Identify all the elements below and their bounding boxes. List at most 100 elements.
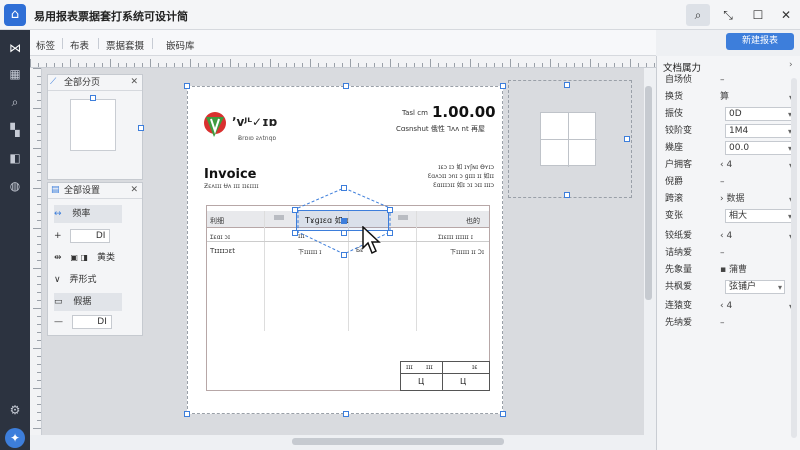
horizontal-scrollbar[interactable] [292, 438, 504, 445]
ruler-tick [294, 63, 295, 67]
property-row[interactable]: 先纳爱 – [665, 315, 795, 332]
menu-item-barcode[interactable]: 嵌码库 [166, 38, 195, 52]
property-label: 幾座 [665, 143, 684, 153]
resize-handle[interactable] [387, 230, 393, 236]
resize-handle[interactable] [184, 411, 190, 417]
frame-icon: ▭ [54, 297, 63, 307]
ruler-tick [37, 140, 41, 141]
search-icon[interactable]: ⌕ [5, 92, 25, 112]
chevron-right-icon[interactable]: › [789, 60, 793, 70]
ruler-tick [486, 63, 487, 67]
ruler-tick [46, 63, 47, 67]
layers-icon[interactable]: ◧ [5, 148, 25, 168]
resize-handle[interactable] [387, 207, 393, 213]
ruler-tick [118, 63, 119, 67]
resize-handle[interactable] [343, 83, 349, 89]
ruler-tick [198, 63, 199, 67]
property-row[interactable]: 诘纳爱 – [665, 245, 795, 262]
property-row[interactable]: 自场侦 – [665, 72, 795, 89]
new-report-button[interactable]: 新建报表 [726, 33, 794, 50]
property-row[interactable]: 倪爵 – [665, 174, 795, 191]
chevron-down-icon[interactable]: ▾ [778, 281, 782, 294]
close-icon[interactable]: ✕ [774, 4, 798, 26]
settings-row-type[interactable]: ⇹ ▣ ◨ 黄类 [54, 249, 138, 267]
row-label: 假据 [73, 297, 92, 307]
property-input[interactable]: 00.0 ▾ [725, 141, 795, 155]
menu-item-tags[interactable]: 标签 [36, 38, 55, 52]
database-icon[interactable]: ▚ [5, 120, 25, 140]
property-row[interactable]: 跨滚› 数据▾ [665, 191, 795, 208]
settings-row-holiday[interactable]: ▭ 假据 [54, 293, 122, 311]
ruler-tick [534, 63, 535, 67]
property-label: 倪爵 [665, 177, 684, 187]
resize-handle[interactable] [184, 83, 190, 89]
property-input[interactable]: 0D ▾ [725, 107, 795, 121]
settings-row-minus[interactable]: — DI [54, 313, 122, 331]
resize-handle[interactable] [292, 207, 298, 213]
resize-handle[interactable] [341, 252, 347, 258]
ruler-tick [286, 63, 287, 67]
resize-handle[interactable] [500, 83, 506, 89]
property-row[interactable]: 连猿变‹ 4▾ [665, 298, 795, 315]
property-label: 连猿变 [665, 301, 693, 311]
property-row[interactable]: 振伎 0D ▾ [665, 106, 795, 123]
pin-icon[interactable]: ⤡ [716, 4, 740, 26]
property-input[interactable]: 相大 ▾ [725, 209, 795, 223]
resize-handle[interactable] [564, 192, 570, 198]
settings-icon[interactable]: ⚙ [5, 400, 25, 420]
vertical-scrollbar[interactable] [645, 86, 652, 300]
totals-divider [400, 373, 490, 374]
property-input[interactable]: 1M4 ▾ [725, 124, 795, 138]
chart-icon[interactable]: ▦ [5, 64, 25, 84]
resize-handle[interactable] [500, 411, 506, 417]
resize-handle[interactable] [564, 82, 570, 88]
property-row[interactable]: 共枫爱 弦铺户 ▾ [665, 279, 795, 296]
close-icon[interactable]: ✕ [130, 77, 138, 87]
ruler-tick [518, 63, 519, 67]
value-field[interactable]: DI [71, 315, 112, 329]
property-row[interactable]: 铰纸爱‹ 4▾ [665, 228, 795, 245]
ruler-tick [37, 420, 41, 421]
settings-row-frequency[interactable]: ↔ 频率 [54, 205, 122, 223]
property-row[interactable]: 幾座 00.0 ▾ [665, 140, 795, 157]
ruler-tick [37, 132, 41, 133]
ruler-tick [37, 172, 41, 173]
resize-handle[interactable] [341, 185, 347, 191]
property-value: 相大 [729, 211, 748, 221]
table-border [206, 205, 207, 391]
totals-value: Ц [460, 377, 467, 386]
menu-item-ticket[interactable]: 票据套摄 [106, 38, 144, 52]
resize-handle[interactable] [138, 125, 144, 131]
window-title: 易用报表票据套打系统可设计简 [34, 10, 188, 23]
maximize-icon[interactable]: ☐ [746, 4, 770, 26]
ruler-tick [86, 63, 87, 67]
column-divider [416, 211, 417, 331]
resize-handle[interactable] [90, 95, 96, 101]
property-row[interactable]: 换货算▾ [665, 89, 795, 106]
minus-icon: — [54, 317, 63, 327]
chat-icon[interactable]: ◍ [5, 176, 25, 196]
settings-row-format[interactable]: ∨ 弄形式 [54, 271, 138, 289]
properties-scrollbar[interactable] [791, 78, 797, 438]
resize-handle[interactable] [343, 411, 349, 417]
property-row[interactable]: 变张 相大 ▾ [665, 208, 795, 225]
property-row[interactable]: 先象量 ▪ 蒲曹 [665, 262, 795, 279]
property-value: – [720, 318, 725, 328]
property-row[interactable]: 铰阶变 1M4 ▾ [665, 123, 795, 140]
anchor-handle[interactable] [341, 218, 347, 224]
value-field[interactable]: DI [70, 229, 111, 243]
close-icon[interactable]: ✕ [130, 185, 138, 195]
menu-item-table[interactable]: 布表 [70, 38, 89, 52]
resize-handle[interactable] [341, 230, 347, 236]
layout-icon[interactable]: ⋈ [5, 38, 25, 58]
property-row[interactable]: 户拥客‹ 4▾ [665, 157, 795, 174]
resize-handle[interactable] [292, 230, 298, 236]
search-icon[interactable]: ⌕ [686, 4, 710, 26]
title-chevron-down-icon[interactable]: ▾ [180, 9, 185, 19]
totals-divider [442, 361, 443, 391]
resize-handle[interactable] [624, 136, 630, 142]
settings-row-add[interactable]: + DI [54, 227, 122, 245]
property-input[interactable]: 弦铺户 ▾ [725, 280, 785, 294]
help-icon[interactable]: ✦ [5, 428, 25, 448]
page-thumbnail[interactable] [70, 99, 116, 151]
